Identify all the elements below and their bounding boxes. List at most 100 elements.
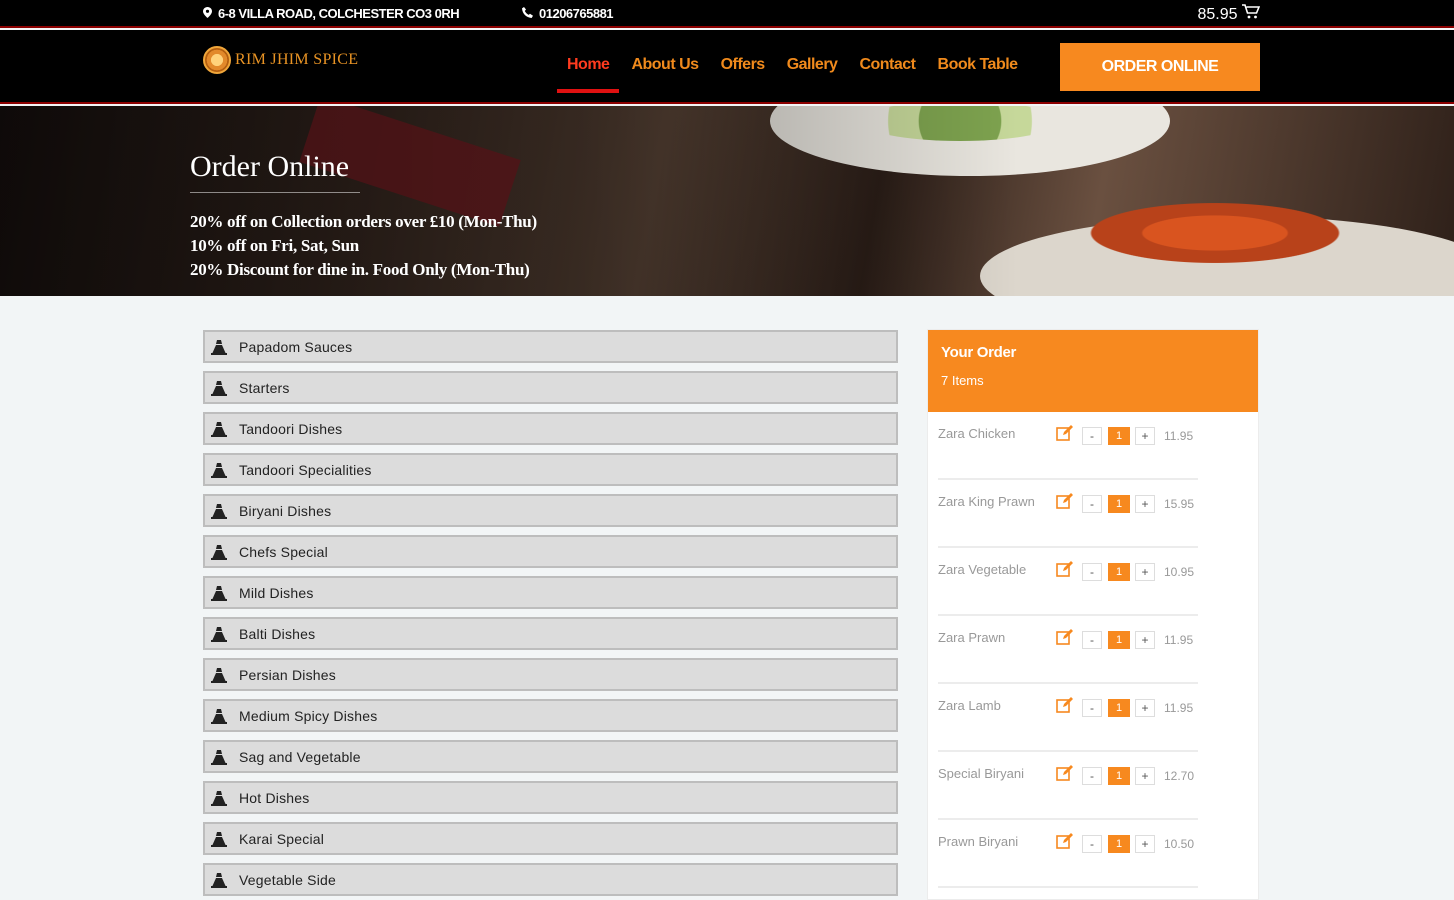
order-panel: Your Order 7 Items Zara Chicken - 1 + 11…	[927, 329, 1259, 900]
category-papadom-sauces[interactable]: Papadom Sauces	[203, 330, 898, 363]
item-price: 11.95	[1164, 429, 1194, 443]
category-biryani-dishes[interactable]: Biryani Dishes	[203, 494, 898, 527]
quantity-value: 1	[1108, 699, 1130, 717]
logo-emblem	[203, 46, 231, 74]
edit-icon[interactable]	[1056, 764, 1074, 782]
category-label: Vegetable Side	[239, 871, 336, 888]
nav-offers[interactable]: Offers	[721, 56, 766, 74]
edit-icon[interactable]	[1056, 424, 1074, 442]
decrease-button[interactable]: -	[1082, 563, 1102, 581]
item-price: 12.70	[1164, 769, 1195, 783]
nav-about-us[interactable]: About Us	[631, 56, 699, 74]
order-item: Zara Chicken - 1 + 11.95	[938, 412, 1198, 480]
fold-icon	[211, 544, 227, 560]
order-online-button[interactable]: ORDER ONLINE	[1060, 43, 1260, 91]
fold-icon	[211, 749, 227, 765]
fold-icon	[211, 339, 227, 355]
category-tandoori-specialities[interactable]: Tandoori Specialities	[203, 453, 898, 486]
category-hot-dishes[interactable]: Hot Dishes	[203, 781, 898, 814]
item-name: Zara Lamb	[938, 698, 1001, 713]
decrease-button[interactable]: -	[1082, 699, 1102, 717]
category-label: Tandoori Specialities	[239, 461, 372, 478]
fold-icon	[211, 790, 227, 806]
fold-icon	[211, 831, 227, 847]
category-label: Karai Special	[239, 830, 325, 847]
item-price: 10.95	[1164, 565, 1195, 579]
decrease-button[interactable]: -	[1082, 767, 1102, 785]
category-mild-dishes[interactable]: Mild Dishes	[203, 576, 898, 609]
order-item: Zara Vegetable - 1 + 10.95	[938, 548, 1198, 616]
nav-home[interactable]: Home	[556, 56, 621, 93]
category-label: Hot Dishes	[239, 789, 310, 806]
category-medium-spicy-dishes[interactable]: Medium Spicy Dishes	[203, 699, 898, 732]
increase-button[interactable]: +	[1135, 563, 1155, 581]
phone[interactable]: 01206765881	[522, 6, 614, 21]
category-balti-dishes[interactable]: Balti Dishes	[203, 617, 898, 650]
increase-button[interactable]: +	[1135, 835, 1155, 853]
order-item: Special Biryani - 1 + 12.70	[938, 752, 1198, 820]
nav-menu: Home About Us Offers Gallery Contact Boo…	[556, 56, 1040, 93]
increase-button[interactable]: +	[1135, 767, 1155, 785]
increase-button[interactable]: +	[1135, 495, 1155, 513]
fold-icon	[211, 380, 227, 396]
address-text: 6-8 VILLA ROAD, COLCHESTER CO3 0RH	[218, 6, 460, 21]
item-price: 11.95	[1164, 633, 1194, 647]
top-bar: 6-8 VILLA ROAD, COLCHESTER CO3 0RH 01206…	[0, 0, 1454, 28]
category-starters[interactable]: Starters	[203, 371, 898, 404]
cart-icon[interactable]	[1242, 4, 1261, 23]
order-item: Zara Lamb - 1 + 11.95	[938, 684, 1198, 752]
edit-icon[interactable]	[1056, 832, 1074, 850]
order-count: 7 Items	[941, 373, 984, 388]
phone-icon	[522, 6, 533, 21]
increase-button[interactable]: +	[1135, 699, 1155, 717]
decrease-button[interactable]: -	[1082, 495, 1102, 513]
category-sag-and-vegetable[interactable]: Sag and Vegetable	[203, 740, 898, 773]
offers-list: 20% off on Collection orders over £10 (M…	[190, 210, 537, 282]
category-tandoori-dishes[interactable]: Tandoori Dishes	[203, 412, 898, 445]
cart-summary[interactable]: 85.95	[1198, 4, 1261, 24]
fold-icon	[211, 585, 227, 601]
fold-icon	[211, 626, 227, 642]
nav-book-table[interactable]: Book Table	[938, 56, 1019, 74]
item-name: Zara Chicken	[938, 426, 1016, 441]
category-label: Medium Spicy Dishes	[239, 707, 378, 724]
item-name: Special Biryani	[938, 766, 1024, 781]
item-price: 11.95	[1164, 701, 1194, 715]
edit-icon[interactable]	[1056, 560, 1074, 578]
main-navbar: RIM JHIM SPICE Home About Us Offers Gall…	[0, 30, 1454, 104]
decrease-button[interactable]: -	[1082, 835, 1102, 853]
increase-button[interactable]: +	[1135, 427, 1155, 445]
item-price: 15.95	[1164, 497, 1195, 511]
phone-text: 01206765881	[539, 6, 614, 21]
order-header: Your Order 7 Items	[928, 330, 1258, 412]
increase-button[interactable]: +	[1135, 631, 1155, 649]
category-vegetable-side[interactable]: Vegetable Side	[203, 863, 898, 896]
title-divider	[190, 192, 360, 193]
category-label: Starters	[239, 379, 290, 396]
item-name: Zara Prawn	[938, 630, 1006, 645]
category-label: Balti Dishes	[239, 625, 316, 642]
edit-icon[interactable]	[1056, 492, 1074, 510]
category-karai-special[interactable]: Karai Special	[203, 822, 898, 855]
edit-icon[interactable]	[1056, 696, 1074, 714]
fold-icon	[211, 872, 227, 888]
category-label: Persian Dishes	[239, 666, 336, 683]
edit-icon[interactable]	[1056, 628, 1074, 646]
quantity-value: 1	[1108, 495, 1130, 513]
nav-gallery[interactable]: Gallery	[787, 56, 838, 74]
category-persian-dishes[interactable]: Persian Dishes	[203, 658, 898, 691]
address: 6-8 VILLA ROAD, COLCHESTER CO3 0RH	[203, 6, 460, 21]
fold-icon	[211, 462, 227, 478]
decrease-button[interactable]: -	[1082, 631, 1102, 649]
category-label: Sag and Vegetable	[239, 748, 361, 765]
nav-contact[interactable]: Contact	[859, 56, 916, 74]
category-label: Mild Dishes	[239, 584, 314, 601]
order-title: Your Order	[941, 344, 1017, 361]
offer-line: 20% Discount for dine in. Food Only (Mon…	[190, 260, 530, 279]
category-chefs-special[interactable]: Chefs Special	[203, 535, 898, 568]
brand-logo[interactable]: RIM JHIM SPICE	[203, 46, 358, 74]
offer-line: 10% off on Fri, Sat, Sun	[190, 236, 359, 255]
decrease-button[interactable]: -	[1082, 427, 1102, 445]
order-item: Prawn Biryani - 1 + 10.50	[938, 820, 1198, 888]
category-label: Tandoori Dishes	[239, 420, 343, 437]
